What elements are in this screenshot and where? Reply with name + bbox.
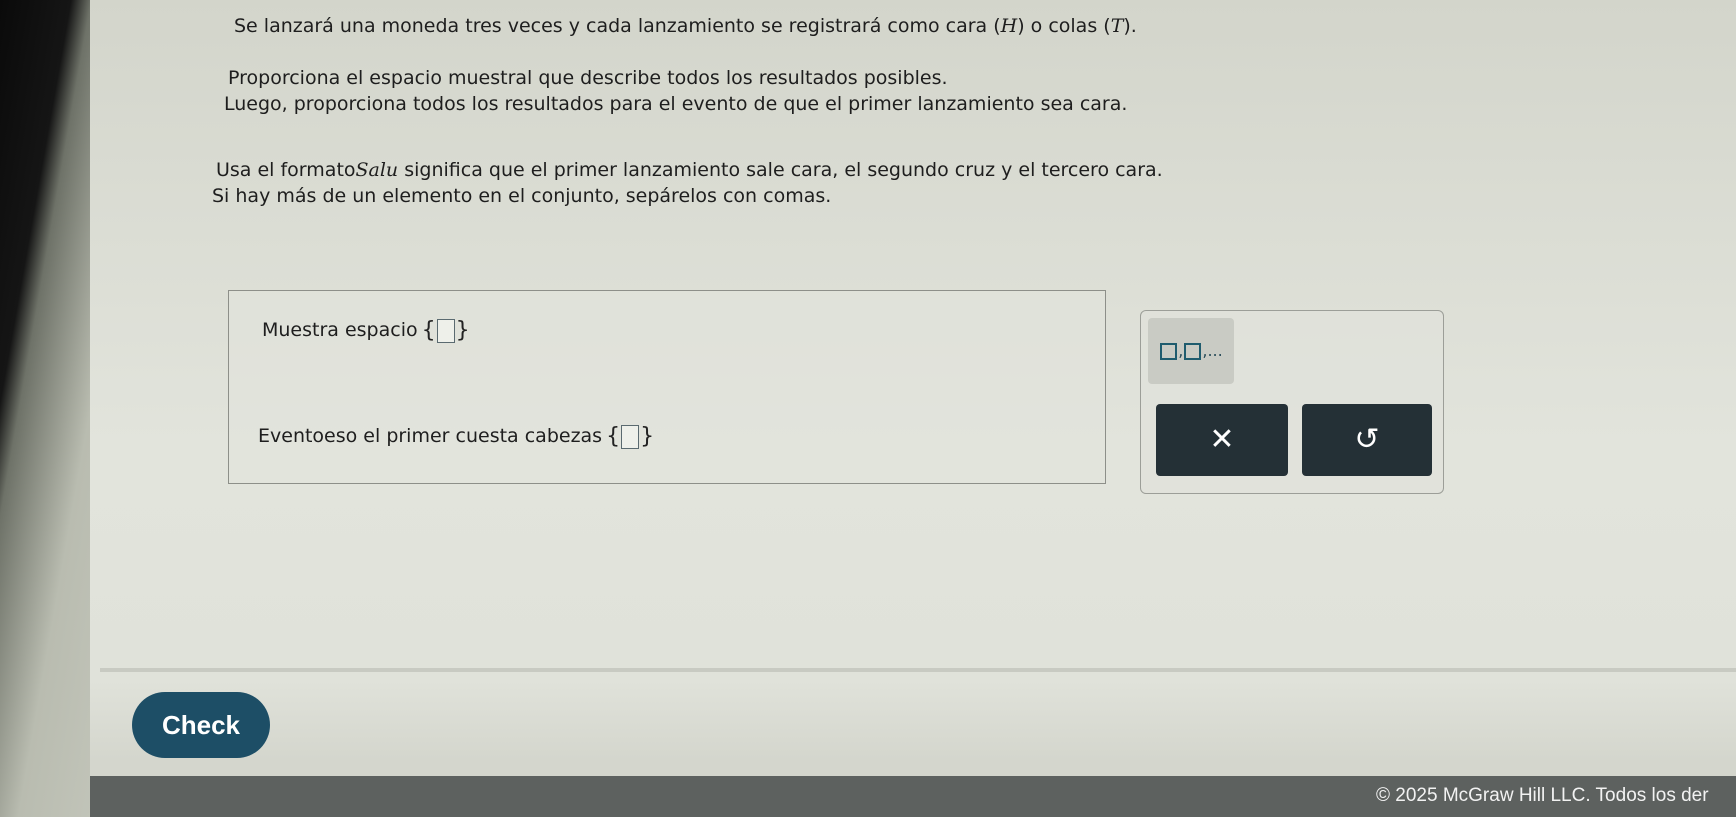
set-template-button[interactable]: ,,...: [1148, 318, 1234, 384]
close-icon: ✕: [1209, 422, 1235, 457]
event-input[interactable]: {}: [606, 424, 654, 449]
question-line-1: Se lanzará una moneda tres veces y cada …: [234, 15, 1137, 37]
question-line-2: Proporciona el espacio muestral que desc…: [228, 67, 948, 89]
clear-button[interactable]: ✕: [1156, 404, 1288, 476]
undo-icon: ↺: [1354, 422, 1380, 457]
question-line-4: Usa el formatoSalu significa que el prim…: [216, 159, 1163, 181]
set-slot-icon: [1160, 343, 1178, 360]
undo-button[interactable]: ↺: [1302, 404, 1432, 476]
event-blank[interactable]: [621, 425, 640, 449]
question-line-5: Si hay más de un elemento en el conjunto…: [212, 185, 832, 207]
event-row: Eventoeso el primer cuesta cabezas{}: [258, 424, 654, 449]
sample-space-label: Muestra espacio: [262, 319, 418, 341]
sample-space-blank[interactable]: [436, 319, 455, 343]
question-line-3: Luego, proporciona todos los resultados …: [224, 93, 1128, 115]
event-label: Eventoeso el primer cuesta cabezas: [258, 425, 603, 447]
check-button[interactable]: Check: [132, 692, 270, 758]
sample-space-row: Muestra espacio{}: [262, 318, 470, 343]
divider: [100, 668, 1736, 672]
set-slot-icon: [1184, 343, 1202, 360]
copyright-text: © 2025 McGraw Hill LLC. Todos los der: [1376, 785, 1709, 806]
sample-space-input[interactable]: {}: [422, 318, 470, 343]
